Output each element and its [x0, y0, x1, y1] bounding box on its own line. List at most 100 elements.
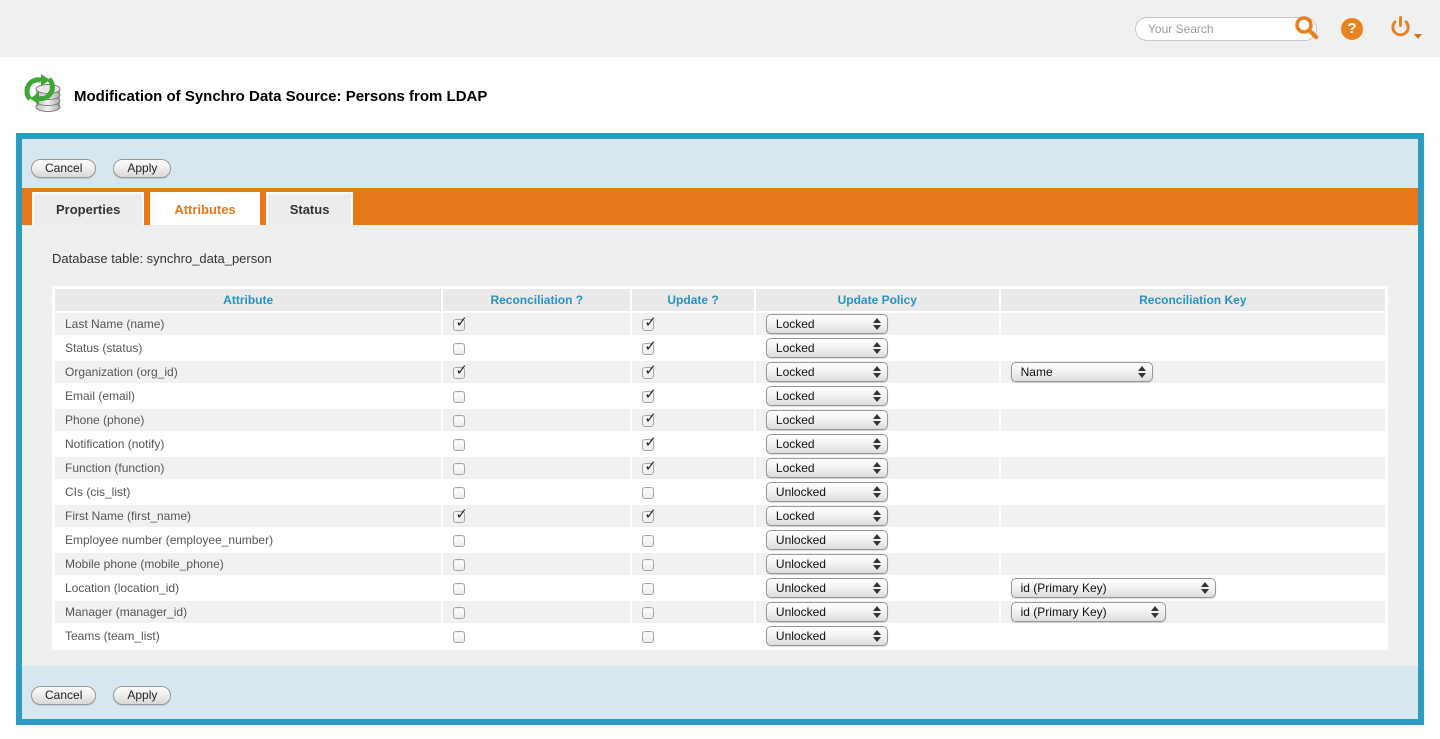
table-row: Manager (manager_id)Unlockedid (Primary … [55, 599, 1385, 623]
tab-status[interactable]: Status [266, 192, 354, 225]
apply-button[interactable]: Apply [113, 159, 171, 178]
update-cell [632, 503, 756, 527]
select-value: id (Primary Key) [1021, 581, 1107, 595]
attribute-name-cell: Employee number (employee_number) [55, 527, 443, 551]
reconciliation-checkbox[interactable] [453, 535, 465, 547]
update-checkbox[interactable] [642, 559, 654, 571]
attributes-table: AttributeReconciliation ?Update ?Update … [52, 286, 1388, 650]
tab-bar: PropertiesAttributesStatus [22, 188, 1418, 225]
reconciliation-checkbox[interactable] [453, 367, 465, 379]
update-cell [632, 455, 756, 479]
cancel-button[interactable]: Cancel [31, 159, 96, 178]
table-row: Employee number (employee_number) Unlocke… [55, 527, 1385, 551]
update-policy-select[interactable]: Unlocked [766, 602, 888, 622]
reconciliation-key-cell [1001, 527, 1385, 551]
select-value: Locked [776, 437, 815, 451]
update-policy-select[interactable]: Locked [766, 314, 888, 334]
attribute-name-cell: Mobile phone (mobile_phone) [55, 551, 443, 575]
reconciliation-checkbox[interactable] [453, 511, 465, 523]
search-input[interactable] [1135, 17, 1317, 41]
reconciliation-cell [443, 599, 632, 623]
updown-arrows-icon [873, 510, 881, 522]
table-row: Phone (phone)Locked [55, 407, 1385, 431]
update-checkbox[interactable] [642, 391, 654, 403]
reconciliation-checkbox[interactable] [453, 463, 465, 475]
update-policy-select[interactable]: Locked [766, 386, 888, 406]
page-header: Modification of Synchro Data Source: Per… [0, 57, 1440, 130]
updown-arrows-icon [873, 390, 881, 402]
update-cell [632, 311, 756, 335]
apply-button[interactable]: Apply [113, 686, 171, 705]
table-row: Email (email) Locked [55, 383, 1385, 407]
cancel-button[interactable]: Cancel [31, 686, 96, 705]
update-policy-select[interactable]: Unlocked [766, 578, 888, 598]
update-checkbox[interactable] [642, 367, 654, 379]
reconciliation-cell [443, 551, 632, 575]
tab-properties[interactable]: Properties [32, 192, 144, 225]
synchro-form-frame: Cancel Apply PropertiesAttributes Status … [16, 133, 1424, 725]
select-value: Locked [776, 389, 815, 403]
update-cell [632, 599, 756, 623]
update-checkbox[interactable] [642, 511, 654, 523]
reconciliation-cell [443, 575, 632, 599]
reconciliation-checkbox[interactable] [453, 319, 465, 331]
updown-arrows-icon [1201, 582, 1209, 594]
reconciliation-key-cell [1001, 383, 1385, 407]
update-policy-select[interactable]: Locked [766, 506, 888, 526]
select-value: Unlocked [776, 557, 826, 571]
update-checkbox[interactable] [642, 631, 654, 643]
update-policy-select[interactable]: Locked [766, 458, 888, 478]
table-header-row: AttributeReconciliation ?Update ?Update … [55, 289, 1385, 311]
logout-menu[interactable] [1389, 15, 1422, 43]
update-policy-cell: Locked [756, 383, 1001, 407]
update-checkbox[interactable] [642, 415, 654, 427]
reconciliation-checkbox[interactable] [453, 583, 465, 595]
update-checkbox[interactable] [642, 487, 654, 499]
update-policy-select[interactable]: Unlocked [766, 554, 888, 574]
tab-attributes[interactable]: Attributes [150, 192, 259, 225]
table-row: Organization (org_id)LockedName [55, 359, 1385, 383]
reconciliation-key-select[interactable]: id (Primary Key) [1011, 602, 1166, 622]
updown-arrows-icon [873, 414, 881, 426]
power-icon [1389, 15, 1412, 43]
search-icon[interactable] [1293, 14, 1319, 45]
reconciliation-checkbox[interactable] [453, 487, 465, 499]
table-row: Mobile phone (mobile_phone) Unlocked [55, 551, 1385, 575]
update-checkbox[interactable] [642, 439, 654, 451]
update-policy-select[interactable]: Locked [766, 434, 888, 454]
help-icon[interactable]: ? [1341, 18, 1363, 40]
reconciliation-key-cell [1001, 455, 1385, 479]
reconciliation-key-select[interactable]: id (Primary Key) [1011, 578, 1216, 598]
attribute-name-cell: Status (status) [55, 335, 443, 359]
reconciliation-checkbox[interactable] [453, 607, 465, 619]
attribute-name-cell: Notification (notify) [55, 431, 443, 455]
update-policy-select[interactable]: Locked [766, 410, 888, 430]
reconciliation-checkbox[interactable] [453, 415, 465, 427]
reconciliation-checkbox[interactable] [453, 631, 465, 643]
update-policy-select[interactable]: Locked [766, 362, 888, 382]
update-checkbox[interactable] [642, 583, 654, 595]
table-row: First Name (first_name) Locked [55, 503, 1385, 527]
reconciliation-key-cell [1001, 431, 1385, 455]
reconciliation-key-select[interactable]: Name [1011, 362, 1153, 382]
updown-arrows-icon [873, 342, 881, 354]
update-checkbox[interactable] [642, 463, 654, 475]
update-cell [632, 527, 756, 551]
update-checkbox[interactable] [642, 535, 654, 547]
reconciliation-checkbox[interactable] [453, 559, 465, 571]
updown-arrows-icon [873, 438, 881, 450]
page-title: Modification of Synchro Data Source: Per… [74, 88, 487, 105]
update-policy-select[interactable]: Unlocked [766, 626, 888, 646]
attribute-name-cell: Email (email) [55, 383, 443, 407]
attributes-tab-panel: Database table: synchro_data_person Attr… [22, 225, 1418, 666]
update-checkbox[interactable] [642, 319, 654, 331]
update-checkbox[interactable] [642, 607, 654, 619]
attribute-name-cell: First Name (first_name) [55, 503, 443, 527]
reconciliation-checkbox[interactable] [453, 391, 465, 403]
update-checkbox[interactable] [642, 343, 654, 355]
update-policy-select[interactable]: Unlocked [766, 530, 888, 550]
reconciliation-checkbox[interactable] [453, 439, 465, 451]
update-policy-select[interactable]: Locked [766, 338, 888, 358]
update-policy-select[interactable]: Unlocked [766, 482, 888, 502]
reconciliation-checkbox[interactable] [453, 343, 465, 355]
